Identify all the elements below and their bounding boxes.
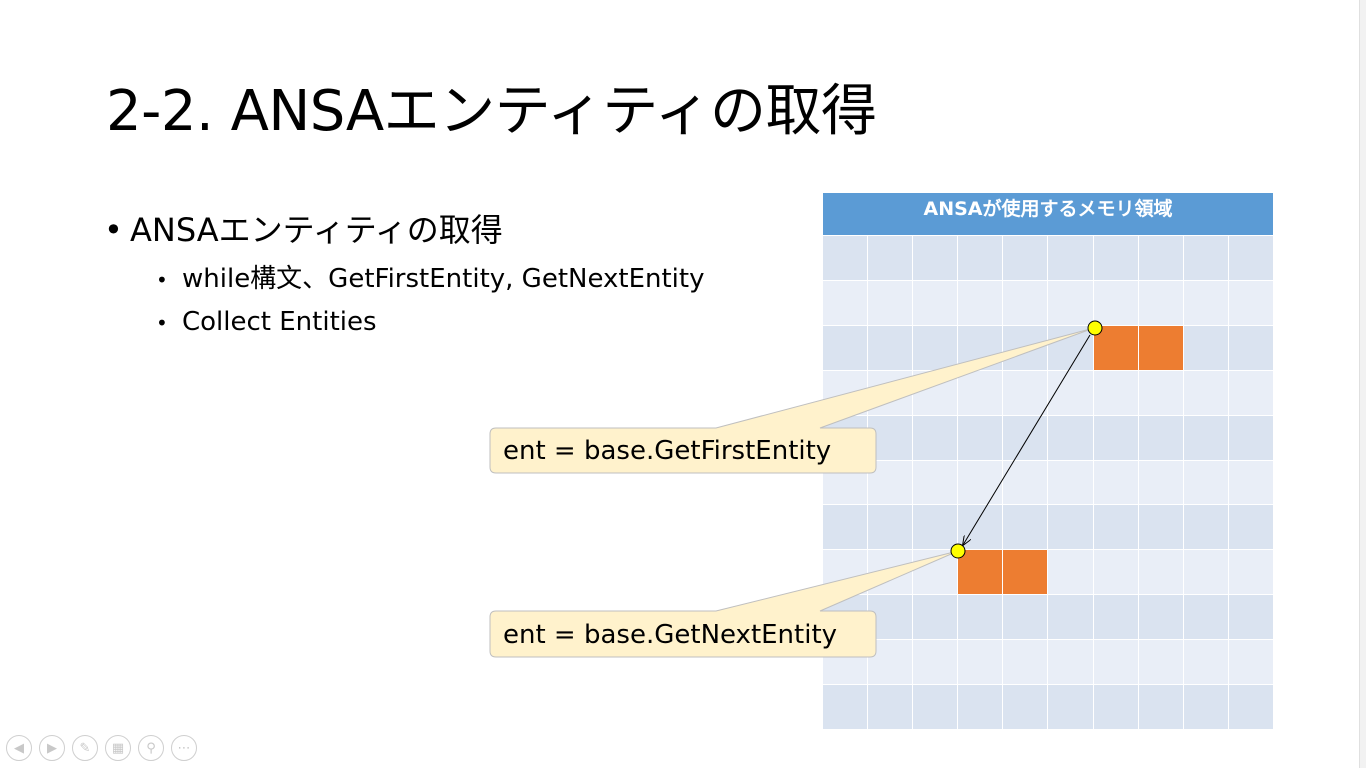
callout-overlay xyxy=(489,320,1103,658)
first-pointer-icon xyxy=(1087,320,1103,336)
previous-icon[interactable]: ◀ xyxy=(6,735,32,761)
slideshow-controls: ◀ ▶ ✎ ▦ ⚲ ⋯ xyxy=(6,735,197,761)
callout-first-text: ent = base.GetFirstEntity xyxy=(503,436,832,466)
presentation-slide: 2-2. ANSAエンティティの取得 • ANSAエンティティの取得 • while… xyxy=(0,0,1366,768)
next-icon[interactable]: ▶ xyxy=(39,735,65,761)
more-icon[interactable]: ⋯ xyxy=(171,735,197,761)
callout-next-text: ent = base.GetNextEntity xyxy=(503,620,838,650)
zoom-icon[interactable]: ⚲ xyxy=(138,735,164,761)
slides-icon[interactable]: ▦ xyxy=(105,735,131,761)
next-pointer-icon xyxy=(950,543,966,559)
pen-icon[interactable]: ✎ xyxy=(72,735,98,761)
